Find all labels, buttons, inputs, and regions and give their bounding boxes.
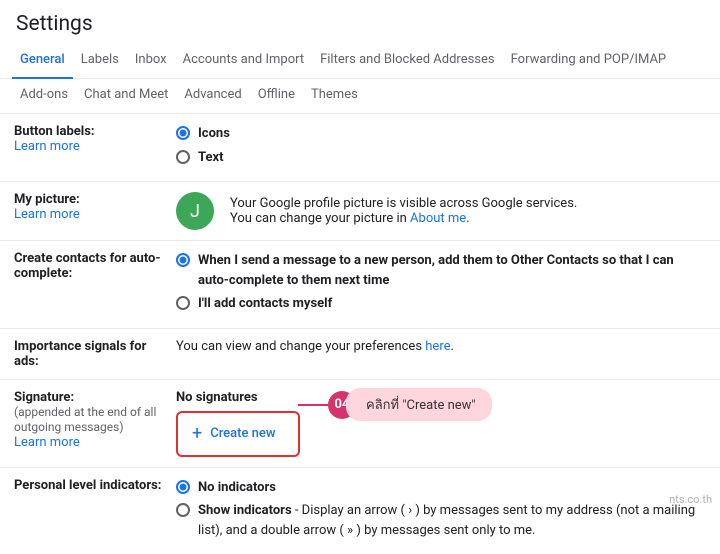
tab-accounts-import[interactable]: Accounts and Import xyxy=(175,44,312,79)
radio-auto-add[interactable] xyxy=(176,253,190,267)
radio-add-myself-label: I'll add contacts myself xyxy=(198,294,332,314)
personal-level-row: Personal level indicators: No indicators… xyxy=(0,468,720,554)
radio-add-myself[interactable] xyxy=(176,296,190,310)
create-new-highlight: + Create new xyxy=(176,411,300,457)
importance-here-link[interactable]: here xyxy=(425,339,450,354)
annotation-04: 04 คลิกที่ "Create new" xyxy=(298,388,492,421)
importance-label: Importance signals for ads: xyxy=(14,339,146,369)
signature-label: Signature: xyxy=(14,390,74,405)
page-title: Settings xyxy=(0,0,720,44)
tab-themes[interactable]: Themes xyxy=(303,79,366,114)
tabs-row-2: Add-ons Chat and Meet Advanced Offline T… xyxy=(0,79,720,114)
my-picture-row: My picture: Learn more J Your Google pro… xyxy=(0,182,720,241)
auto-contacts-row: Create contacts for auto-complete: When … xyxy=(0,241,720,329)
tabs-row-1: General Labels Inbox Accounts and Import… xyxy=(0,44,720,79)
importance-desc-b: . xyxy=(451,339,454,354)
radio-icons-label: Icons xyxy=(198,124,230,144)
picture-desc-2b: . xyxy=(466,211,469,226)
signature-sub: (appended at the end of all outgoing mes… xyxy=(14,405,156,434)
about-me-link[interactable]: About me xyxy=(410,211,466,226)
plus-icon: + xyxy=(192,425,202,443)
button-labels-row: Button labels: Learn more Icons Text xyxy=(0,114,720,182)
personal-level-label: Personal level indicators: xyxy=(14,478,161,493)
tab-filters[interactable]: Filters and Blocked Addresses xyxy=(312,44,503,79)
signature-learn-more[interactable]: Learn more xyxy=(14,435,80,450)
radio-text-label: Text xyxy=(198,148,224,168)
tab-forwarding[interactable]: Forwarding and POP/IMAP xyxy=(503,44,675,79)
avatar[interactable]: J xyxy=(176,192,214,230)
tab-advanced[interactable]: Advanced xyxy=(176,79,249,114)
create-new-button[interactable]: + Create new xyxy=(180,417,288,451)
annotation-line xyxy=(298,404,328,406)
create-new-label: Create new xyxy=(210,426,275,441)
annotation-text: คลิกที่ "Create new" xyxy=(346,388,492,421)
show-indicators-bold: Show indicators xyxy=(198,503,292,518)
watermark: nts.co.th xyxy=(669,493,712,506)
radio-show-indicators[interactable] xyxy=(176,503,190,517)
tab-addons[interactable]: Add-ons xyxy=(12,79,76,114)
picture-desc-2a: You can change your picture in xyxy=(230,211,410,226)
tab-general[interactable]: General xyxy=(12,44,73,79)
tab-chat-meet[interactable]: Chat and Meet xyxy=(76,79,176,114)
picture-desc-1: Your Google profile picture is visible a… xyxy=(230,196,577,211)
my-picture-learn-more[interactable]: Learn more xyxy=(14,207,80,222)
radio-icons[interactable] xyxy=(176,126,190,140)
button-labels-label: Button labels: xyxy=(14,124,95,139)
my-picture-label: My picture: xyxy=(14,192,80,207)
radio-no-indicators[interactable] xyxy=(176,480,190,494)
auto-contacts-label: Create contacts for auto-complete: xyxy=(14,251,161,281)
no-signatures-text: No signatures xyxy=(176,390,258,405)
button-labels-learn-more[interactable]: Learn more xyxy=(14,139,80,154)
no-indicators-bold: No indicators xyxy=(198,480,276,495)
tab-offline[interactable]: Offline xyxy=(250,79,303,114)
tab-labels[interactable]: Labels xyxy=(73,44,127,79)
tab-inbox[interactable]: Inbox xyxy=(127,44,175,79)
importance-desc-a: You can view and change your preferences xyxy=(176,339,425,354)
radio-text[interactable] xyxy=(176,150,190,164)
importance-row: Importance signals for ads: You can view… xyxy=(0,329,720,380)
radio-auto-add-label: When I send a message to a new person, a… xyxy=(198,251,706,290)
